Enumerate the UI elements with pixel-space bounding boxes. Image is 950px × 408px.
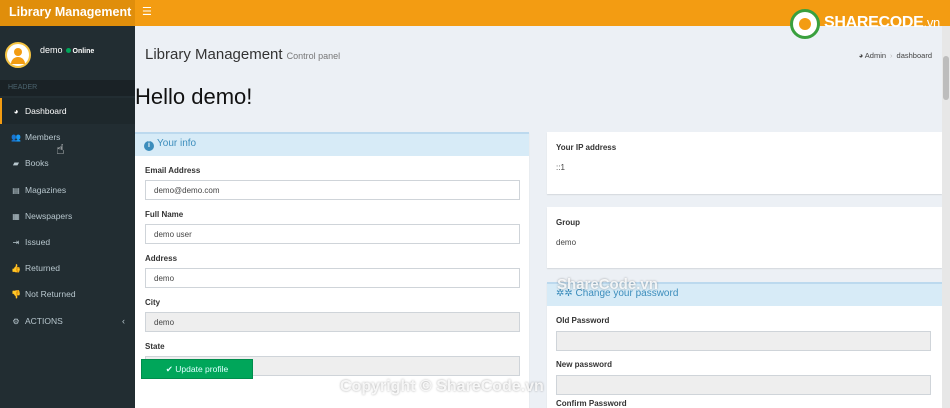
city-label: City [145, 298, 161, 307]
city-row: City [145, 298, 520, 332]
new-password-field[interactable] [556, 375, 931, 395]
address-label: Address [145, 254, 178, 263]
full-name-field[interactable] [145, 224, 520, 244]
page-scrollbar[interactable] [942, 26, 950, 408]
change-password-box: ✲✲ Change your password Old Password New… [547, 282, 942, 408]
ip-address-value: ::1 [556, 163, 565, 172]
sidebar-item-label: Books [25, 158, 49, 169]
ip-address-label: Your IP address [556, 143, 617, 152]
users-icon: 👥 [11, 133, 21, 143]
sidebar-item-label: Magazines [25, 184, 67, 195]
breadcrumb-admin[interactable]: Admin [865, 51, 886, 60]
your-info-header: i Your info [135, 132, 529, 156]
sidebar-item-label: Not Returned [25, 289, 76, 300]
book-icon: ▰ [12, 159, 20, 169]
sidebar-item-returned[interactable]: 👍 Returned [0, 255, 135, 281]
scrollbar-thumb[interactable] [943, 56, 949, 100]
new-password-row: New password [556, 360, 931, 395]
online-status-icon [65, 48, 71, 54]
sidebar-toggle-icon[interactable]: ☰ [142, 5, 152, 19]
confirm-password-label: Confirm Password [556, 399, 627, 408]
address-row: Address [145, 254, 520, 288]
info-circle-icon: i [144, 141, 154, 151]
sidebar-item-label: Newspapers [25, 210, 73, 221]
state-label: State [145, 342, 165, 351]
watermark-center: ShareCode.vn [557, 276, 658, 293]
dashboard-icon: ◕ [13, 107, 19, 116]
sidebar-item-newspapers[interactable]: ▦ Newspapers [0, 203, 135, 229]
email-label: Email Address [145, 166, 201, 175]
group-value: demo [556, 238, 577, 247]
new-password-label: New password [556, 360, 613, 369]
address-field[interactable] [145, 268, 520, 288]
sidebar-item-label: Issued [25, 236, 51, 247]
hand-cursor-icon: ☝ [56, 141, 65, 157]
email-field[interactable] [145, 180, 520, 200]
old-password-field[interactable] [556, 331, 931, 351]
sidebar-item-label: Dashboard [25, 106, 67, 116]
thumbs-up-icon: 👍 [11, 264, 21, 274]
group-label: Group [556, 218, 580, 227]
page-title: Library Management Control panel [145, 46, 341, 63]
sidebar-section-header: HEADER [0, 80, 135, 96]
old-password-row: Old Password [556, 316, 931, 351]
watermark-copyright: Copyright © ShareCode.vn [340, 378, 544, 395]
user-name: demo [40, 45, 63, 55]
file-icon: ▤ [12, 185, 20, 195]
sidebar: demo Online HEADER ◕ Dashboard 👥 Members ▰ B… [0, 26, 135, 408]
sidebar-menu: ◕ Dashboard 👥 Members ▰ Books ▤ Magazines ▦ N… [0, 98, 135, 334]
page-subtitle: Control panel [286, 51, 341, 61]
confirm-password-row: Confirm Password [556, 399, 931, 408]
brand-logo[interactable]: Library Management [0, 0, 135, 26]
thumbs-down-icon: 👎 [11, 290, 21, 300]
city-field[interactable] [145, 312, 520, 332]
sidebar-item-label: Returned [25, 263, 60, 274]
breadcrumb: ◕ Admin › dashboard [858, 51, 932, 60]
sidebar-item-magazines[interactable]: ▤ Magazines [0, 177, 135, 203]
sidebar-item-books[interactable]: ▰ Books [0, 150, 135, 176]
cogs-icon: ⚙ [12, 316, 20, 326]
sidebar-item-issued[interactable]: ⇥ Issued [0, 229, 135, 255]
chevron-left-icon: ‹ [122, 315, 125, 326]
sidebar-item-not-returned[interactable]: 👎 Not Returned [0, 281, 135, 307]
greeting-heading: Hello demo! [135, 84, 253, 109]
sidebar-item-members[interactable]: 👥 Members [0, 124, 135, 150]
old-password-label: Old Password [556, 316, 610, 325]
sidebar-item-label: ACTIONS [25, 315, 63, 326]
group-box: Group demo [547, 207, 942, 268]
breadcrumb-dashboard: dashboard [896, 51, 932, 60]
full-name-label: Full Name [145, 210, 184, 219]
user-status: Online [72, 48, 95, 55]
sidebar-item-actions[interactable]: ⚙ ACTIONS ‹ [0, 308, 135, 334]
content-wrapper: Library Management Control panel ◕ Admin ›… [135, 26, 950, 408]
user-panel: demo Online [0, 26, 135, 76]
update-profile-button[interactable]: ✔ Update profile [141, 359, 253, 379]
sidebar-item-dashboard[interactable]: ◕ Dashboard [0, 98, 135, 125]
newspaper-icon: ▦ [12, 211, 20, 221]
sign-out-icon: ⇥ [12, 237, 20, 247]
ip-address-box: Your IP address ::1 [547, 132, 942, 194]
avatar [5, 42, 31, 68]
full-name-row: Full Name [145, 210, 520, 244]
email-row: Email Address [145, 166, 520, 200]
